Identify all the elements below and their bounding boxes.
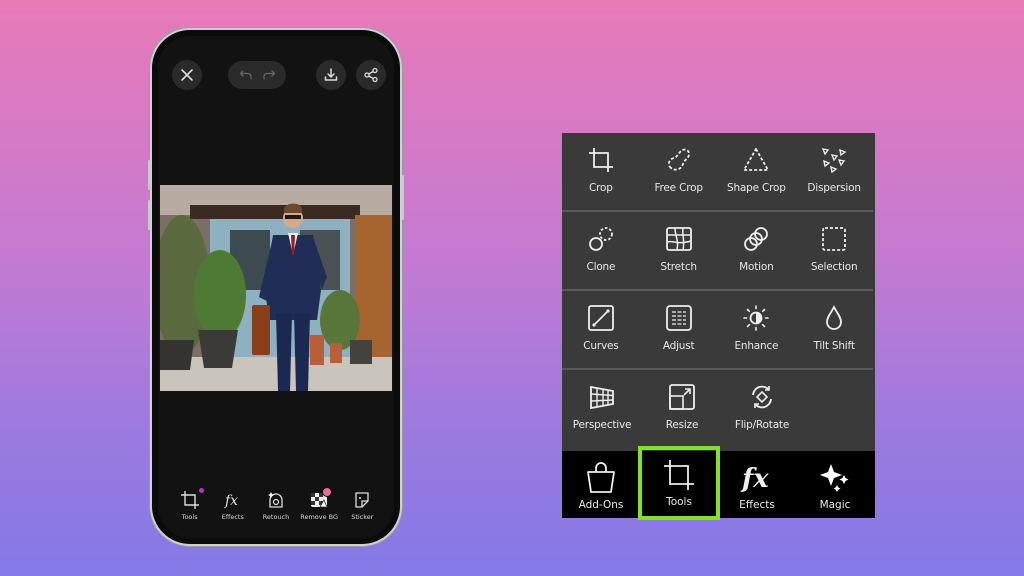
- tool-label: Motion: [739, 261, 774, 273]
- tool-free-crop[interactable]: Free Crop: [640, 133, 718, 210]
- notification-dot: [198, 488, 204, 493]
- resize-icon: [669, 384, 695, 410]
- toolbar-item-label: Tools: [181, 513, 198, 521]
- toolbar-item-label: Retouch: [262, 513, 290, 521]
- nav-tools[interactable]: Tools: [638, 446, 720, 520]
- toolbar-item-label: Remove BG: [300, 513, 339, 521]
- tool-flip-rotate[interactable]: Flip/Rotate: [722, 370, 802, 447]
- tool-enhance[interactable]: Enhance: [718, 291, 796, 368]
- tool-label: Crop: [589, 182, 613, 194]
- nav-label: Add-Ons: [578, 499, 624, 511]
- nav-label: Effects: [739, 499, 775, 511]
- tool-label: Clone: [586, 261, 616, 273]
- tool-clone[interactable]: Clone: [562, 212, 640, 289]
- phone-mockup: Tools fx Effects Retouch Remove BG Stick…: [148, 30, 404, 544]
- tools-row: Perspective Resize Flip/Rotate: [562, 370, 873, 449]
- phone-side-button: [148, 160, 150, 190]
- tool-selection[interactable]: Selection: [795, 212, 873, 289]
- download-icon: [324, 68, 338, 81]
- tool-crop[interactable]: Crop: [562, 133, 640, 210]
- tool-label: Resize: [665, 419, 699, 431]
- tool-curves[interactable]: Curves: [562, 291, 640, 368]
- selection-icon: [822, 227, 847, 251]
- clone-icon: [588, 227, 613, 251]
- phone-power-button: [402, 175, 404, 220]
- tool-label: Flip/Rotate: [734, 419, 790, 431]
- nav-add-ons[interactable]: Add-Ons: [562, 451, 640, 518]
- curves-icon: [587, 305, 614, 331]
- perspective-icon: [590, 385, 614, 410]
- tool-label: Tilt Shift: [813, 340, 855, 352]
- editor-top-bar: [158, 60, 394, 90]
- nav-effects[interactable]: fx Effects: [718, 451, 796, 518]
- phone-screen: Tools fx Effects Retouch Remove BG Stick…: [158, 36, 394, 538]
- dispersion-icon: [821, 148, 847, 174]
- tools-row: Curves Adjust Enhance Tilt Shift: [562, 291, 873, 370]
- enhance-icon: [743, 305, 770, 331]
- undo-redo-group: [228, 61, 286, 89]
- adjust-icon: [665, 305, 692, 331]
- tool-label: Dispersion: [807, 182, 861, 194]
- tool-tilt-shift[interactable]: Tilt Shift: [795, 291, 873, 368]
- retouch-icon: [267, 492, 283, 508]
- toolbar-item-remove-bg[interactable]: Remove BG: [299, 487, 339, 521]
- tool-label: Shape Crop: [727, 182, 786, 194]
- tilt-shift-icon: [826, 304, 843, 330]
- phone-side-button: [148, 200, 150, 230]
- stretch-icon: [665, 227, 692, 251]
- toolbar-item-tools[interactable]: Tools: [170, 488, 210, 521]
- sticker-icon: [355, 492, 369, 508]
- sparkle-icon: [820, 464, 849, 492]
- svg-text:fx: fx: [740, 464, 769, 494]
- tool-label: Stretch: [660, 261, 697, 273]
- crop-icon: [180, 491, 199, 509]
- undo-icon[interactable]: [239, 69, 253, 81]
- fx-icon: fx: [740, 464, 769, 494]
- photo-man-in-suit: [160, 185, 392, 391]
- redo-icon[interactable]: [262, 69, 276, 81]
- crop-icon: [664, 460, 694, 490]
- edited-photo[interactable]: [160, 185, 392, 391]
- tool-label: Selection: [810, 261, 858, 273]
- tool-resize[interactable]: Resize: [642, 370, 722, 447]
- tool-stretch[interactable]: Stretch: [640, 212, 718, 289]
- tools-row: Crop Free Crop Shape Crop Dispersion: [562, 133, 873, 212]
- tool-label: Enhance: [734, 340, 779, 352]
- bottom-nav: Add-Ons Tools fx Effects Magic: [562, 446, 875, 520]
- tools-row: Clone Stretch Motion Selection: [562, 212, 873, 291]
- toolbar-item-sticker[interactable]: Sticker: [342, 490, 382, 521]
- svg-text:fx: fx: [224, 493, 238, 509]
- toolbar-item-retouch[interactable]: Retouch: [256, 490, 296, 521]
- download-button[interactable]: [316, 60, 346, 90]
- tool-label: Free Crop: [654, 182, 703, 194]
- toolbar-item-label: Sticker: [351, 513, 374, 521]
- tool-dispersion[interactable]: Dispersion: [795, 133, 873, 210]
- tool-label: Curves: [583, 340, 619, 352]
- close-button[interactable]: [172, 60, 202, 90]
- flip-rotate-icon: [752, 385, 772, 409]
- crop-icon: [588, 148, 613, 172]
- tools-panel: Crop Free Crop Shape Crop Dispersion Clo…: [562, 133, 875, 520]
- new-badge: [322, 487, 333, 497]
- shape-crop-icon: [743, 148, 770, 171]
- toolbar-item-effects[interactable]: fx Effects: [213, 490, 253, 521]
- nav-magic[interactable]: Magic: [796, 451, 874, 518]
- tool-perspective[interactable]: Perspective: [562, 370, 642, 447]
- fx-icon: fx: [224, 493, 238, 509]
- tool-motion[interactable]: Motion: [718, 212, 796, 289]
- tool-label: Perspective: [572, 419, 632, 431]
- share-icon: [364, 67, 378, 83]
- motion-icon: [744, 227, 769, 251]
- tool-label: Adjust: [662, 340, 695, 352]
- editor-bottom-toolbar: Tools fx Effects Retouch Remove BG Stick…: [168, 487, 384, 530]
- shopping-bag-icon: [587, 462, 615, 493]
- nav-label: Magic: [819, 499, 851, 511]
- free-crop-icon: [667, 148, 690, 171]
- tool-adjust[interactable]: Adjust: [640, 291, 718, 368]
- toolbar-item-label: Effects: [221, 513, 244, 521]
- close-icon: [181, 69, 193, 81]
- tool-shape-crop[interactable]: Shape Crop: [718, 133, 796, 210]
- nav-label: Tools: [666, 496, 692, 508]
- share-button[interactable]: [356, 60, 386, 90]
